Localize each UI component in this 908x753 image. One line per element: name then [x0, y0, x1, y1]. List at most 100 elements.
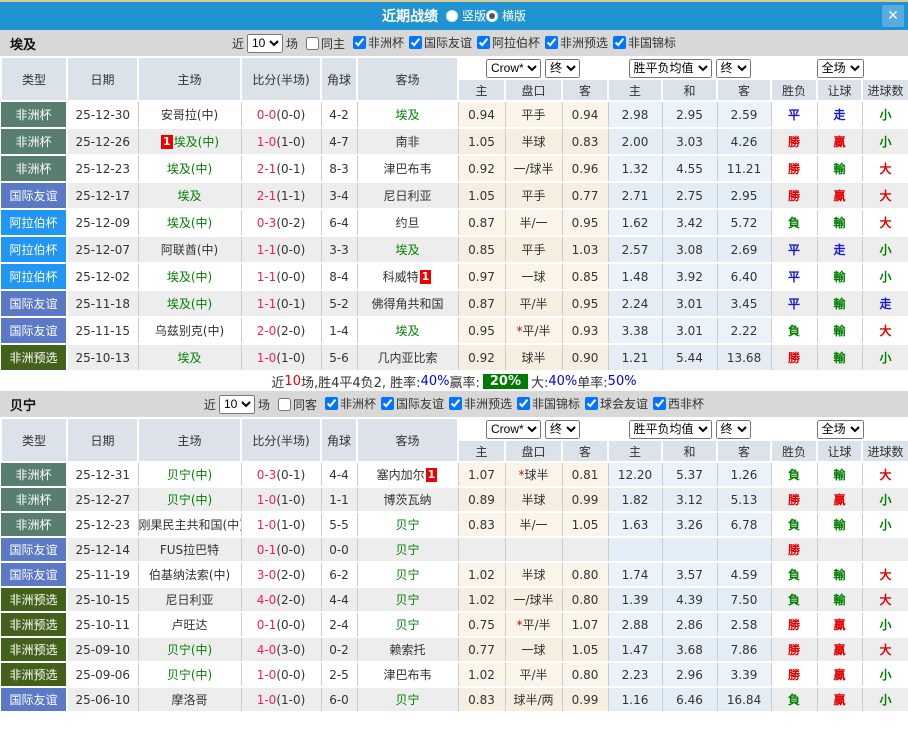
score-fulltime: 0-1	[256, 542, 277, 557]
home-team: 伯基纳法索(中)	[138, 562, 242, 588]
home-team: 贝宁(中)	[138, 487, 242, 513]
same-venue-checkbox[interactable]: 同主	[301, 35, 345, 52]
recent-count-select[interactable]: 10	[246, 33, 283, 53]
competition-type: 国际友谊	[1, 687, 68, 713]
filter-input[interactable]	[380, 397, 394, 410]
handicap-away-odds: 1.03	[562, 236, 609, 264]
score-halftime: (1-0)	[276, 492, 306, 507]
filter-input[interactable]	[517, 397, 531, 410]
result-goals: 小	[862, 512, 908, 538]
result-wdl: 負	[771, 562, 818, 588]
match-date: 25-12-31	[67, 462, 139, 488]
result-handicap: 贏	[817, 487, 863, 513]
filter-input[interactable]	[653, 397, 667, 410]
filter-input[interactable]	[352, 36, 366, 49]
close-button[interactable]: ✕	[882, 5, 904, 27]
score-fulltime: 1-1	[256, 269, 277, 284]
corners: 0-2	[321, 637, 358, 663]
match-row: 非洲预选 25-10-13 埃及 1-0(1-0) 5-6 几内亚比索 0.92 球半 0.90…	[1, 344, 908, 372]
score-fulltime: 1-0	[256, 667, 277, 682]
euro-draw-odds: 3.68	[662, 637, 718, 663]
euro-away-odds: 2.59	[717, 101, 772, 129]
summary-segment: 单率:	[577, 376, 608, 391]
final-odds-select[interactable]: 终	[545, 419, 580, 439]
filter-input[interactable]	[324, 397, 338, 410]
handicap-line: 一/球半	[505, 155, 563, 183]
filter-input[interactable]	[613, 36, 627, 49]
col-date: 日期	[66, 56, 139, 102]
corners: 6-4	[321, 209, 358, 237]
col-corner: 角球	[320, 417, 358, 463]
filter-checkbox[interactable]: 西非杯	[648, 395, 704, 412]
match-row: 非洲杯 25-12-30 安哥拉(中) 0-0(0-0) 4-2 埃及 0.94 平手 0.94…	[1, 101, 908, 129]
result-goals: 大	[862, 462, 908, 488]
match-date: 25-12-17	[67, 182, 139, 210]
filter-input[interactable]	[545, 36, 559, 49]
final-odds-select[interactable]: 终	[545, 58, 580, 78]
score-halftime: (0-0)	[276, 542, 306, 557]
company-select[interactable]: Crow*	[486, 58, 541, 78]
result-wdl: 勝	[771, 155, 818, 183]
filter-input[interactable]	[477, 36, 491, 49]
handicap-away-odds: 0.93	[562, 317, 609, 345]
result-handicap: 輸	[817, 344, 863, 372]
filter-checkbox[interactable]: 国际友谊	[376, 395, 444, 412]
match-date: 25-12-26	[67, 128, 139, 156]
away-team: 赖索托	[357, 637, 459, 663]
final-odds-select2[interactable]: 终	[715, 58, 751, 78]
filter-input[interactable]	[449, 397, 462, 410]
competition-type: 非洲预选	[1, 587, 68, 613]
result-wdl: 勝	[771, 487, 818, 513]
avg-select[interactable]: 胜平负均值	[628, 419, 712, 439]
euro-draw-odds: 3.26	[662, 512, 718, 538]
euro-home-odds: 1.62	[608, 209, 663, 237]
match-row: 非洲杯 25-12-26 1 埃及(中) 1-0(1-0) 4-7 南非 1.05 半球 0.83…	[1, 128, 908, 156]
result-goals	[862, 537, 908, 563]
score-fulltime: 2-1	[256, 161, 277, 176]
result-goals: 大	[862, 587, 908, 613]
score: 0-3(0-2)	[241, 209, 322, 237]
score-halftime: (1-0)	[276, 350, 306, 365]
euro-draw-odds: 3.12	[662, 487, 718, 513]
filter-checkbox[interactable]: 阿拉伯杯	[472, 34, 540, 51]
euro-draw-odds: 3.01	[662, 317, 718, 345]
filter-checkbox[interactable]: 非洲杯	[320, 395, 376, 412]
filter-checkbox[interactable]: 非洲预选	[540, 34, 608, 51]
corners: 4-4	[321, 462, 358, 488]
handicap-line: 一球	[505, 637, 563, 663]
sub-let-home: 主	[457, 439, 506, 463]
final-odds-select2[interactable]: 终	[715, 419, 751, 439]
home-team: 摩洛哥	[138, 687, 242, 713]
avg-select[interactable]: 胜平负均值	[628, 58, 712, 78]
filter-checkbox[interactable]: 球会友谊	[580, 395, 648, 412]
layout-radio[interactable]: 竖版	[445, 7, 486, 24]
sub-wdl: 胜负	[770, 78, 819, 102]
filter-input[interactable]	[409, 36, 422, 49]
match-row: 非洲预选 25-10-11 卢旺达 0-1(0-0) 2-4 贝宁 0.75 *平/半 1.07…	[1, 612, 908, 638]
same-venue-label: 同客	[292, 397, 317, 412]
filter-checkbox[interactable]: 非洲杯	[348, 34, 404, 51]
competition-type: 非洲预选	[1, 612, 68, 638]
scope-select[interactable]: 全场	[816, 419, 864, 439]
filter-checkbox[interactable]: 非国锦标	[608, 34, 676, 51]
recent-count-select[interactable]: 10	[218, 394, 255, 414]
euro-away-odds: 3.45	[717, 290, 772, 318]
layout-radio[interactable]: 横版	[486, 7, 526, 24]
same-venue-input[interactable]	[277, 397, 291, 411]
score: 4-0(2-0)	[241, 587, 322, 613]
score: 0-1(0-0)	[241, 537, 322, 563]
match-date: 25-12-09	[67, 209, 139, 237]
same-venue-input[interactable]	[305, 36, 319, 50]
scope-select[interactable]: 全场	[816, 58, 864, 78]
corners: 3-3	[321, 236, 358, 264]
score-halftime: (2-0)	[276, 323, 306, 338]
filter-checkbox[interactable]: 国际友谊	[404, 34, 472, 51]
filter-checkbox[interactable]: 非国锦标	[512, 395, 580, 412]
filter-input[interactable]	[585, 397, 599, 410]
filter-label: 阿拉伯杯	[492, 36, 541, 50]
euro-draw-odds: 4.39	[662, 587, 718, 613]
company-select[interactable]: Crow*	[486, 419, 541, 439]
same-venue-checkbox[interactable]: 同客	[273, 396, 317, 413]
result-wdl: 勝	[771, 662, 818, 688]
filter-checkbox[interactable]: 非洲预选	[444, 395, 512, 412]
